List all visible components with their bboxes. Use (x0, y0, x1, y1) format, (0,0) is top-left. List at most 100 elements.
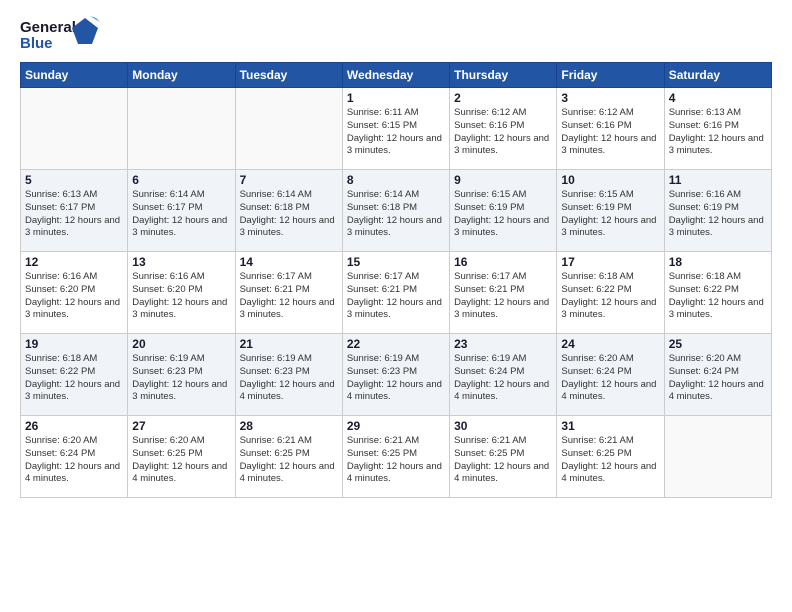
calendar-cell: 2 Sunrise: 6:12 AM Sunset: 6:16 PM Daylig… (450, 88, 557, 170)
calendar-cell: 30 Sunrise: 6:21 AM Sunset: 6:25 PM Dayli… (450, 416, 557, 498)
weekday-header-monday: Monday (128, 63, 235, 88)
calendar-cell: 18Sunrise: 6:18 AM Sunset: 6:22 PM Dayli… (664, 252, 771, 334)
day-info: Sunrise: 6:21 AM Sunset: 6:25 PM Dayligh… (240, 435, 338, 486)
day-info: Sunrise: 6:17 AM Sunset: 6:21 PM Dayligh… (240, 271, 338, 322)
day-info: Sunrise: 6:19 AM Sunset: 6:23 PM Dayligh… (240, 353, 338, 404)
day-number: 4 (669, 91, 767, 105)
weekday-header-row: SundayMondayTuesdayWednesdayThursdayFrid… (21, 63, 772, 88)
day-number: 25 (669, 337, 767, 351)
day-number: 22 (347, 337, 445, 351)
day-info: Sunrise: 6:17 AM Sunset: 6:21 PM Dayligh… (347, 271, 445, 322)
day-info: Sunrise: 6:18 AM Sunset: 6:22 PM Dayligh… (25, 353, 123, 404)
day-number: 26 (25, 419, 123, 433)
day-info: Sunrise: 6:14 AM Sunset: 6:17 PM Dayligh… (132, 189, 230, 240)
calendar-cell: 14 Sunrise: 6:17 AM Sunset: 6:21 PM Dayli… (235, 252, 342, 334)
day-number: 20 (132, 337, 230, 351)
day-number: 24 (561, 337, 659, 351)
weekday-header-thursday: Thursday (450, 63, 557, 88)
day-number: 6 (132, 173, 230, 187)
day-number: 12 (25, 255, 123, 269)
day-number: 1 (347, 91, 445, 105)
calendar-week-3: 12 Sunrise: 6:16 AM Sunset: 6:20 PM Dayli… (21, 252, 772, 334)
calendar-week-5: 26 Sunrise: 6:20 AM Sunset: 6:24 PM Dayli… (21, 416, 772, 498)
day-info: Sunrise: 6:12 AM Sunset: 6:16 PM Dayligh… (454, 107, 552, 158)
weekday-header-sunday: Sunday (21, 63, 128, 88)
weekday-header-wednesday: Wednesday (342, 63, 449, 88)
day-info: Sunrise: 6:13 AM Sunset: 6:16 PM Dayligh… (669, 107, 767, 158)
calendar-cell: 27 Sunrise: 6:20 AM Sunset: 6:25 PM Dayli… (128, 416, 235, 498)
svg-text:Blue: Blue (20, 35, 53, 52)
weekday-header-friday: Friday (557, 63, 664, 88)
day-number: 27 (132, 419, 230, 433)
day-info: Sunrise: 6:16 AM Sunset: 6:20 PM Dayligh… (25, 271, 123, 322)
day-number: 3 (561, 91, 659, 105)
day-number: 30 (454, 419, 552, 433)
day-number: 8 (347, 173, 445, 187)
calendar-week-1: 1 Sunrise: 6:11 AM Sunset: 6:15 PM Daylig… (21, 88, 772, 170)
calendar-cell: 4 Sunrise: 6:13 AM Sunset: 6:16 PM Daylig… (664, 88, 771, 170)
calendar-table: SundayMondayTuesdayWednesdayThursdayFrid… (20, 62, 772, 498)
day-info: Sunrise: 6:20 AM Sunset: 6:25 PM Dayligh… (132, 435, 230, 486)
calendar-cell: 19 Sunrise: 6:18 AM Sunset: 6:22 PM Dayli… (21, 334, 128, 416)
calendar-cell: 29 Sunrise: 6:21 AM Sunset: 6:25 PM Dayli… (342, 416, 449, 498)
day-number: 29 (347, 419, 445, 433)
day-info: Sunrise: 6:11 AM Sunset: 6:15 PM Dayligh… (347, 107, 445, 158)
day-number: 16 (454, 255, 552, 269)
calendar-cell: 16Sunrise: 6:17 AM Sunset: 6:21 PM Dayli… (450, 252, 557, 334)
calendar-cell: 31 Sunrise: 6:21 AM Sunset: 6:25 PM Dayli… (557, 416, 664, 498)
day-info: Sunrise: 6:14 AM Sunset: 6:18 PM Dayligh… (240, 189, 338, 240)
calendar-cell: 11Sunrise: 6:16 AM Sunset: 6:19 PM Dayli… (664, 170, 771, 252)
calendar-cell (21, 88, 128, 170)
calendar-cell: 7 Sunrise: 6:14 AM Sunset: 6:18 PM Daylig… (235, 170, 342, 252)
calendar-cell: 8 Sunrise: 6:14 AM Sunset: 6:18 PM Daylig… (342, 170, 449, 252)
calendar-cell: 23Sunrise: 6:19 AM Sunset: 6:24 PM Dayli… (450, 334, 557, 416)
day-info: Sunrise: 6:19 AM Sunset: 6:23 PM Dayligh… (132, 353, 230, 404)
logo: GeneralBlue (20, 16, 100, 52)
weekday-header-tuesday: Tuesday (235, 63, 342, 88)
page: GeneralBlue SundayMondayTuesdayWednesday… (0, 0, 792, 612)
calendar-cell (664, 416, 771, 498)
day-number: 11 (669, 173, 767, 187)
day-number: 17 (561, 255, 659, 269)
day-number: 21 (240, 337, 338, 351)
calendar-cell: 25 Sunrise: 6:20 AM Sunset: 6:24 PM Dayli… (664, 334, 771, 416)
day-info: Sunrise: 6:21 AM Sunset: 6:25 PM Dayligh… (561, 435, 659, 486)
day-info: Sunrise: 6:16 AM Sunset: 6:20 PM Dayligh… (132, 271, 230, 322)
calendar-cell: 20 Sunrise: 6:19 AM Sunset: 6:23 PM Dayli… (128, 334, 235, 416)
calendar-cell: 6 Sunrise: 6:14 AM Sunset: 6:17 PM Daylig… (128, 170, 235, 252)
day-info: Sunrise: 6:20 AM Sunset: 6:24 PM Dayligh… (561, 353, 659, 404)
calendar-week-4: 19 Sunrise: 6:18 AM Sunset: 6:22 PM Dayli… (21, 334, 772, 416)
day-number: 18 (669, 255, 767, 269)
day-number: 28 (240, 419, 338, 433)
day-number: 2 (454, 91, 552, 105)
day-info: Sunrise: 6:18 AM Sunset: 6:22 PM Dayligh… (561, 271, 659, 322)
calendar-cell: 1 Sunrise: 6:11 AM Sunset: 6:15 PM Daylig… (342, 88, 449, 170)
calendar-cell: 13Sunrise: 6:16 AM Sunset: 6:20 PM Dayli… (128, 252, 235, 334)
calendar-cell: 17 Sunrise: 6:18 AM Sunset: 6:22 PM Dayli… (557, 252, 664, 334)
day-number: 9 (454, 173, 552, 187)
calendar-cell: 24 Sunrise: 6:20 AM Sunset: 6:24 PM Dayli… (557, 334, 664, 416)
day-info: Sunrise: 6:13 AM Sunset: 6:17 PM Dayligh… (25, 189, 123, 240)
calendar-week-2: 5Sunrise: 6:13 AM Sunset: 6:17 PM Daylig… (21, 170, 772, 252)
day-number: 31 (561, 419, 659, 433)
day-number: 14 (240, 255, 338, 269)
day-number: 23 (454, 337, 552, 351)
day-info: Sunrise: 6:20 AM Sunset: 6:24 PM Dayligh… (25, 435, 123, 486)
day-info: Sunrise: 6:14 AM Sunset: 6:18 PM Dayligh… (347, 189, 445, 240)
day-number: 19 (25, 337, 123, 351)
calendar-cell: 28 Sunrise: 6:21 AM Sunset: 6:25 PM Dayli… (235, 416, 342, 498)
day-info: Sunrise: 6:20 AM Sunset: 6:24 PM Dayligh… (669, 353, 767, 404)
day-number: 7 (240, 173, 338, 187)
day-number: 10 (561, 173, 659, 187)
calendar-cell: 21 Sunrise: 6:19 AM Sunset: 6:23 PM Dayli… (235, 334, 342, 416)
calendar-cell: 3Sunrise: 6:12 AM Sunset: 6:16 PM Daylig… (557, 88, 664, 170)
calendar-cell: 10 Sunrise: 6:15 AM Sunset: 6:19 PM Dayli… (557, 170, 664, 252)
calendar-cell: 12 Sunrise: 6:16 AM Sunset: 6:20 PM Dayli… (21, 252, 128, 334)
calendar-cell: 22Sunrise: 6:19 AM Sunset: 6:23 PM Dayli… (342, 334, 449, 416)
logo-icon: GeneralBlue (20, 16, 100, 52)
day-info: Sunrise: 6:21 AM Sunset: 6:25 PM Dayligh… (347, 435, 445, 486)
day-info: Sunrise: 6:21 AM Sunset: 6:25 PM Dayligh… (454, 435, 552, 486)
header: GeneralBlue (20, 16, 772, 52)
day-info: Sunrise: 6:15 AM Sunset: 6:19 PM Dayligh… (561, 189, 659, 240)
calendar-cell (128, 88, 235, 170)
